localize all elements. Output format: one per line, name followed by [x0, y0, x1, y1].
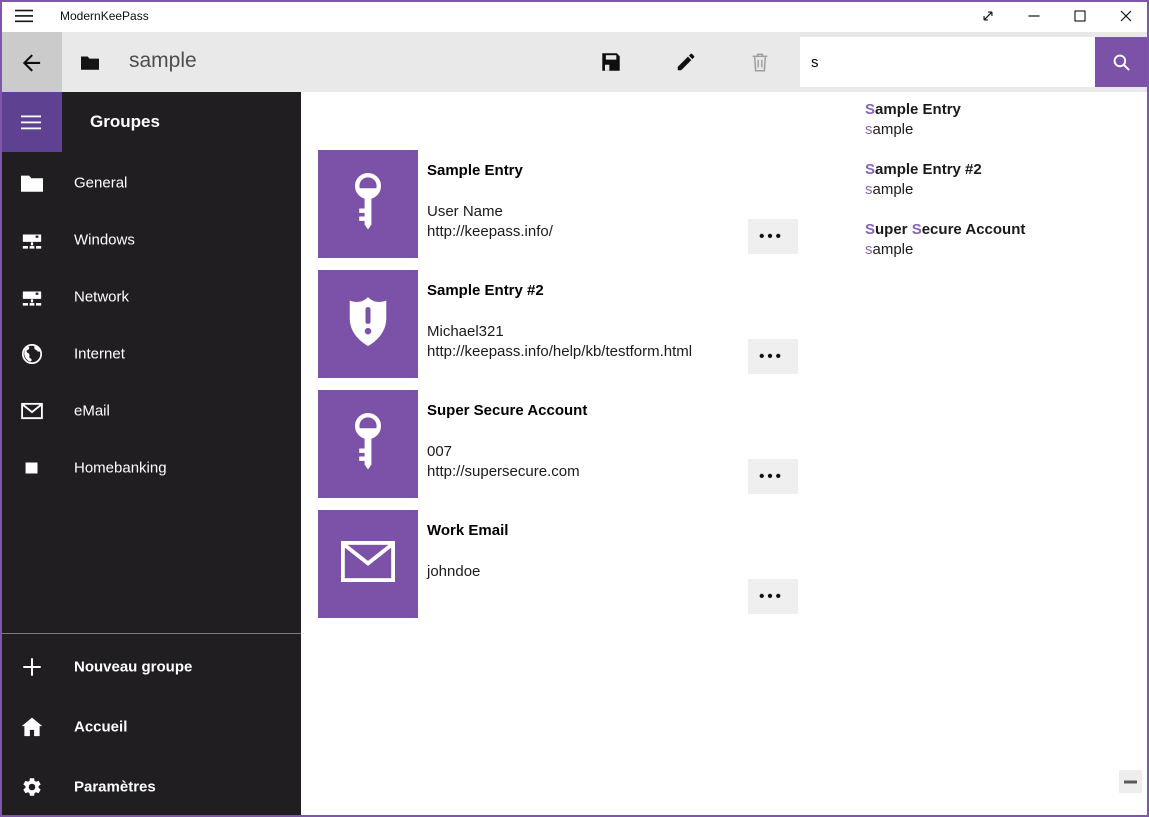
entry-username: 007 — [427, 443, 452, 460]
pane-toggle-button[interactable] — [0, 92, 62, 152]
window-controls — [965, 0, 1149, 32]
app-title: ModernKeePass — [60, 0, 149, 32]
sidebar-footer-list: Nouveau groupe Accueil Paramètres — [0, 637, 301, 817]
window-border-top — [0, 0, 1149, 2]
search-result-subtitle: sample — [865, 180, 1135, 200]
sidebar-item-home[interactable]: Accueil — [0, 697, 301, 757]
entry-more-button[interactable]: ••• — [748, 459, 798, 494]
entry-icon-tile — [318, 510, 418, 618]
sidebar-item-settings[interactable]: Paramètres — [0, 757, 301, 817]
database-title: sample — [129, 32, 197, 90]
entry-title: Super Secure Account — [427, 402, 587, 419]
entry-icon-tile — [318, 390, 418, 498]
group-label: Windows — [74, 231, 135, 248]
mail-icon — [21, 400, 43, 422]
entry-title: Work Email — [427, 522, 508, 539]
save-button[interactable] — [586, 32, 636, 92]
network-icon — [21, 229, 43, 251]
entry-username: johndoe — [427, 563, 480, 580]
search-box — [800, 37, 1095, 87]
entry-list-panel: Sample Entry User Name http://keepass.info… — [301, 92, 1149, 817]
sidebar: Groupes General Windows Network Internet eMa… — [0, 92, 301, 817]
window-border-left — [0, 0, 2, 817]
footer-label: Paramètres — [74, 779, 156, 796]
minus-icon — [1124, 780, 1137, 784]
search-button[interactable] — [1095, 37, 1147, 87]
entry-more-button[interactable]: ••• — [748, 339, 798, 374]
delete-button[interactable] — [735, 32, 785, 92]
sidebar-item-internet[interactable]: Internet — [0, 325, 301, 382]
titlebar: ModernKeePass — [0, 0, 1149, 32]
mailtile-icon — [341, 541, 395, 587]
network-icon — [21, 286, 43, 308]
maximize-icon[interactable] — [1057, 0, 1103, 32]
entry-url: http://supersecure.com — [427, 463, 580, 480]
group-label: Network — [74, 288, 129, 305]
entries: Sample Entry User Name http://keepass.info… — [318, 150, 798, 630]
footer-label: Accueil — [74, 719, 127, 736]
hamburger-icon — [21, 115, 41, 130]
search-result-item[interactable]: Sample Entry #2sample — [853, 160, 1147, 220]
key-icon — [348, 413, 388, 476]
search-result-subtitle: sample — [865, 120, 1135, 140]
shield-icon — [343, 294, 393, 355]
sidebar-item-homebanking[interactable]: Homebanking — [0, 439, 301, 496]
globe-icon — [21, 343, 43, 365]
search-result-title: Super Secure Account — [865, 220, 1135, 240]
entry-url: http://keepass.info/help/kb/testform.htm… — [427, 343, 692, 360]
entry-more-button[interactable]: ••• — [748, 219, 798, 254]
entry-username: Michael321 — [427, 323, 504, 340]
minimize-icon[interactable] — [1011, 0, 1057, 32]
search-result-item[interactable]: Super Secure Accountsample — [853, 220, 1147, 280]
search-results-dropdown: Sample EntrysampleSample Entry #2sampleS… — [853, 92, 1147, 288]
sidebar-item-windows[interactable]: Windows — [0, 211, 301, 268]
entry-icon-tile — [318, 270, 418, 378]
entry-row-super-secure-account[interactable]: Super Secure Account 007 http://supersecur… — [318, 390, 798, 498]
back-button[interactable] — [0, 32, 62, 92]
entry-title: Sample Entry — [427, 162, 523, 179]
close-icon[interactable] — [1103, 0, 1149, 32]
gear-icon — [21, 776, 43, 798]
footer-label: Nouveau groupe — [74, 659, 192, 676]
sidebar-item-new-group[interactable]: Nouveau groupe — [0, 637, 301, 697]
semantic-zoom-out-button[interactable] — [1119, 770, 1142, 793]
search-input[interactable] — [800, 37, 1095, 87]
entry-row-work-email[interactable]: Work Email johndoe ••• — [318, 510, 798, 618]
folder-icon — [21, 172, 43, 194]
search-result-subtitle: sample — [865, 240, 1135, 260]
fullscreen-icon[interactable] — [965, 0, 1011, 32]
sidebar-footer: Nouveau groupe Accueil Paramètres — [0, 633, 301, 817]
square-icon — [21, 457, 43, 479]
sidebar-item-general[interactable]: General — [0, 154, 301, 211]
entry-row-sample-entry-2[interactable]: Sample Entry #2 Michael321 http://keepass.… — [318, 270, 798, 378]
group-label: Homebanking — [74, 459, 167, 476]
search-result-title: Sample Entry — [865, 100, 1135, 120]
entry-row-sample-entry[interactable]: Sample Entry User Name http://keepass.info… — [318, 150, 798, 258]
group-label: eMail — [74, 402, 110, 419]
hamburger-icon[interactable] — [0, 0, 48, 32]
entry-icon-tile — [318, 150, 418, 258]
entry-more-button[interactable]: ••• — [748, 579, 798, 614]
key-icon — [348, 173, 388, 236]
groups-header: Groupes — [90, 92, 160, 152]
command-bar: sample — [0, 32, 1149, 92]
entry-title: Sample Entry #2 — [427, 282, 544, 299]
edit-button[interactable] — [661, 32, 711, 92]
group-label: Internet — [74, 345, 125, 362]
database-folder-icon — [81, 55, 99, 70]
home-icon — [21, 716, 43, 738]
entry-url: http://keepass.info/ — [427, 223, 553, 240]
entry-username: User Name — [427, 203, 503, 220]
sidebar-item-network[interactable]: Network — [0, 268, 301, 325]
group-label: General — [74, 174, 127, 191]
search-result-item[interactable]: Sample Entrysample — [853, 100, 1147, 160]
search-icon — [1112, 53, 1131, 72]
group-list: General Windows Network Internet eMail Homeba… — [0, 154, 301, 496]
plus-icon — [21, 656, 43, 678]
search-result-title: Sample Entry #2 — [865, 160, 1135, 180]
sidebar-item-email[interactable]: eMail — [0, 382, 301, 439]
